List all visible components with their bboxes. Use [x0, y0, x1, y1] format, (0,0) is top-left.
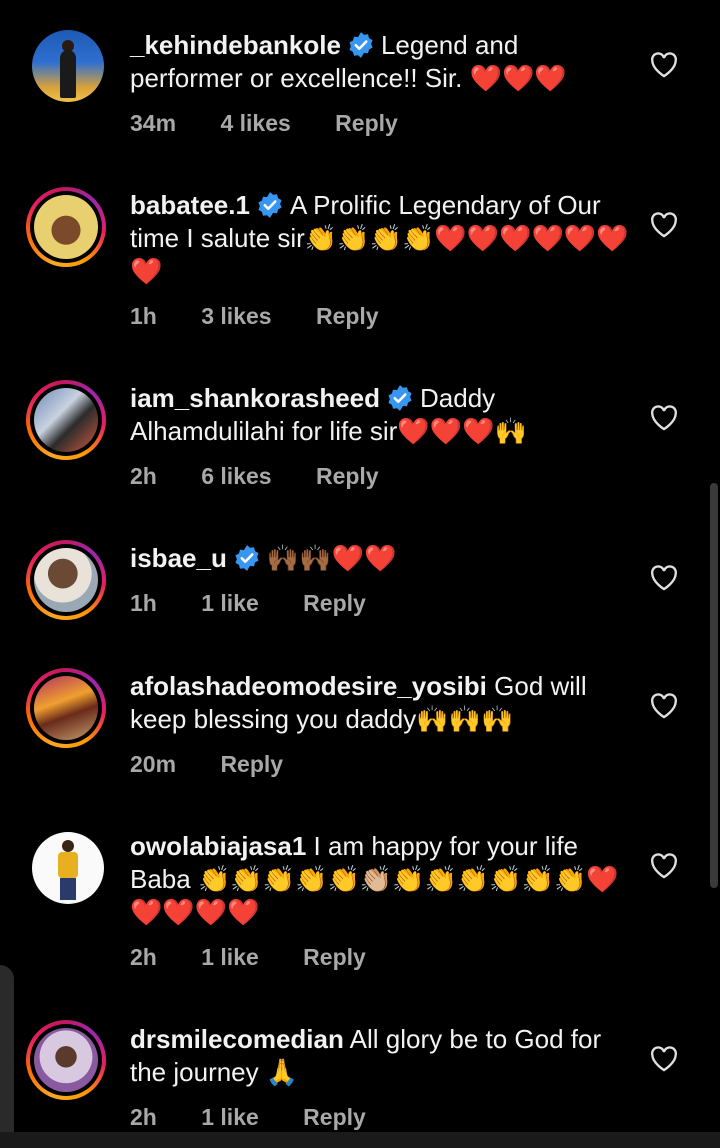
comment-meta: 34m 4 likes Reply	[130, 110, 436, 137]
verified-badge-icon	[349, 32, 373, 58]
avatar[interactable]	[32, 30, 104, 102]
comment-username[interactable]: _kehindebankole	[130, 30, 341, 60]
comment-likes[interactable]: 4 likes	[220, 110, 290, 136]
comment-time: 1h	[130, 590, 157, 616]
avatar[interactable]	[32, 832, 104, 904]
comment-time: 2h	[130, 463, 157, 489]
comment-likes[interactable]: 1 like	[201, 1104, 259, 1130]
comment-text-block: isbae_u 🙌🏾🙌🏾❤️❤️	[130, 542, 630, 575]
comment-meta: 2h 1 like Reply	[130, 1104, 404, 1131]
reply-button[interactable]: Reply	[220, 751, 283, 777]
reply-button[interactable]: Reply	[303, 590, 366, 616]
reply-button[interactable]: Reply	[316, 303, 379, 329]
comment-time: 1h	[130, 303, 157, 329]
reply-button[interactable]: Reply	[316, 463, 379, 489]
comment-time: 34m	[130, 110, 177, 136]
comment-likes[interactable]: 3 likes	[201, 303, 271, 329]
heart-outline-icon[interactable]	[650, 853, 678, 879]
heart-outline-icon[interactable]	[650, 693, 678, 719]
comment-username[interactable]: isbae_u	[130, 543, 227, 573]
comment-meta: 20m Reply	[130, 751, 321, 778]
heart-outline-icon[interactable]	[650, 212, 678, 238]
verified-badge-icon	[235, 545, 259, 571]
edge-handle[interactable]	[0, 965, 14, 1148]
comment-body: 🙌🏾🙌🏾❤️❤️	[266, 543, 397, 573]
reply-button[interactable]: Reply	[303, 944, 366, 970]
comment-time: 20m	[130, 751, 177, 777]
comment-time: 2h	[130, 1104, 157, 1130]
scrollbar[interactable]	[710, 483, 718, 888]
comment-username[interactable]: babatee.1	[130, 190, 250, 220]
comment-likes[interactable]: 1 like	[201, 944, 259, 970]
comment-text-block: owolabiajasa1 I am happy for your life B…	[130, 830, 630, 929]
heart-outline-icon[interactable]	[650, 405, 678, 431]
comment-text-block: iam_shankorasheed Daddy Alhamdulilahi for…	[130, 382, 630, 448]
avatar[interactable]	[26, 380, 106, 460]
avatar[interactable]	[26, 540, 106, 620]
heart-outline-icon[interactable]	[650, 52, 678, 78]
comment-username[interactable]: iam_shankorasheed	[130, 383, 380, 413]
comment-text-block: babatee.1 A Prolific Legendary of Our tim…	[130, 189, 630, 288]
comment-meta: 2h 6 likes Reply	[130, 463, 417, 490]
heart-outline-icon[interactable]	[650, 1046, 678, 1072]
comment-meta: 1h 3 likes Reply	[130, 303, 417, 330]
verified-badge-icon	[388, 385, 412, 411]
comment-username[interactable]: owolabiajasa1	[130, 831, 306, 861]
comment-text-block: drsmilecomedian All glory be to God for …	[130, 1023, 630, 1089]
avatar[interactable]	[26, 187, 106, 267]
comment-username[interactable]: afolashadeomodesire_yosibi	[130, 671, 487, 701]
comment-username[interactable]: drsmilecomedian	[130, 1024, 344, 1054]
verified-badge-icon	[258, 192, 282, 218]
bottom-bar	[0, 1132, 720, 1148]
comment-time: 2h	[130, 944, 157, 970]
avatar[interactable]	[26, 668, 106, 748]
comment-meta: 1h 1 like Reply	[130, 590, 404, 617]
comment-meta: 2h 1 like Reply	[130, 944, 404, 971]
avatar[interactable]	[26, 1020, 106, 1100]
reply-button[interactable]: Reply	[335, 110, 398, 136]
comment-text-block: afolashadeomodesire_yosibi God will keep…	[130, 670, 630, 736]
comment-text-block: _kehindebankole Legend and performer or e…	[130, 29, 630, 95]
heart-outline-icon[interactable]	[650, 565, 678, 591]
comment-likes[interactable]: 6 likes	[201, 463, 271, 489]
reply-button[interactable]: Reply	[303, 1104, 366, 1130]
comment-likes[interactable]: 1 like	[201, 590, 259, 616]
